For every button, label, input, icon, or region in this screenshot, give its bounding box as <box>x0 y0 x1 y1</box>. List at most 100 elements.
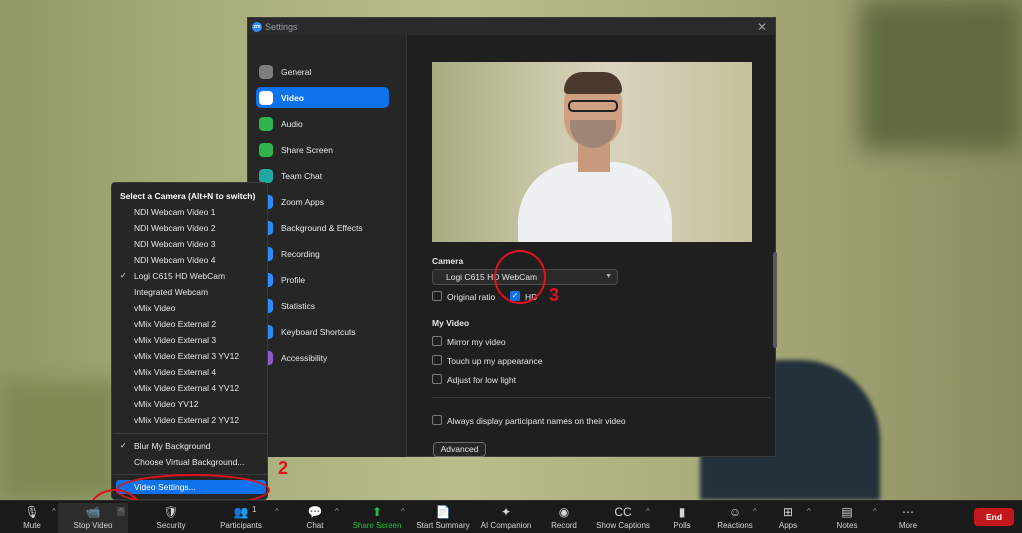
chevron-down-icon: ▼ <box>605 273 612 280</box>
toolbar-start-summary-button[interactable]: 📄 Start Summary <box>408 503 478 533</box>
more-icon: ⋯ <box>902 505 914 519</box>
sidebar-item-profile[interactable]: Profile <box>256 269 389 290</box>
share-screen-icon <box>259 142 273 157</box>
advanced-button[interactable]: Advanced <box>433 442 486 457</box>
toolbar-mute-button[interactable]: 🎙 Mute <box>0 503 67 533</box>
close-icon[interactable]: ✕ <box>757 20 767 34</box>
sidebar-item-team-chat[interactable]: Team Chat <box>256 165 389 186</box>
menu-item-camera[interactable]: vMix Video External 3 <box>120 335 216 345</box>
menu-item-label: vMix Video External 2 YV12 <box>134 415 240 425</box>
participants-icon: 👥 <box>233 505 249 519</box>
camera-preview <box>432 62 752 242</box>
toolbar-security-button[interactable]: 🛡 Security <box>136 503 206 533</box>
sidebar-item-recording[interactable]: Recording <box>256 243 389 264</box>
original-ratio-checkbox[interactable] <box>432 291 442 301</box>
sidebar-item-video[interactable]: Video <box>256 87 389 108</box>
toolbar-label: Participants <box>220 521 262 530</box>
menu-item-label: Logi C615 HD WebCam <box>134 271 226 281</box>
menu-item-camera[interactable]: vMix Video YV12 <box>120 399 198 409</box>
always-display-names-label: Always display participant names on thei… <box>447 416 626 426</box>
meeting-toolbar: 🎙 Mute ^ 📹 Stop Video ^ 🛡 Security 👥 Participants… <box>0 500 1022 533</box>
menu-item-camera[interactable]: vMix Video <box>120 303 175 313</box>
sidebar-item-label: Share Screen <box>281 144 333 155</box>
sidebar-item-background-effects[interactable]: Background & Effects <box>256 217 389 238</box>
menu-item-label: vMix Video YV12 <box>134 399 199 409</box>
menu-item-camera[interactable]: vMix Video External 4 YV12 <box>120 383 239 393</box>
menu-item-label: vMix Video External 3 <box>134 335 217 345</box>
sidebar-item-general[interactable]: General <box>256 61 389 82</box>
menu-item-label: NDI Webcam Video 1 <box>134 207 216 217</box>
toolbar-label: More <box>898 521 918 530</box>
checkmark-icon: ✓ <box>120 441 127 450</box>
summary-icon: 📄 <box>435 505 451 519</box>
gear-icon <box>259 64 273 79</box>
annotation-ring-hd <box>494 250 546 304</box>
menu-item-camera[interactable]: NDI Webcam Video 3 <box>120 239 215 249</box>
menu-item-camera[interactable]: NDI Webcam Video 2 <box>120 223 215 233</box>
chevron-up-icon[interactable]: ^ <box>117 507 125 516</box>
menu-item-camera[interactable]: NDI Webcam Video 1 <box>120 207 215 217</box>
toolbar-notes-button[interactable]: ▤ Notes <box>812 503 882 533</box>
menu-item-choose-virtual-background[interactable]: Choose Virtual Background... <box>120 457 244 467</box>
sidebar-item-label: Zoom Apps <box>281 196 324 207</box>
sidebar-item-share-screen[interactable]: Share Screen <box>256 139 389 160</box>
sidebar-item-label: General <box>281 66 312 77</box>
end-meeting-button[interactable]: End <box>974 508 1014 526</box>
checkmark-icon: ✓ <box>120 271 127 280</box>
annotation-number-3: 3 <box>549 285 560 305</box>
sidebar-item-audio[interactable]: Audio <box>256 113 389 134</box>
menu-item-label: NDI Webcam Video 2 <box>134 223 216 233</box>
menu-item-camera[interactable]: vMix Video External 2 <box>120 319 216 329</box>
chat-icon <box>259 168 273 183</box>
chevron-up-icon[interactable]: ^ <box>52 507 56 516</box>
menu-item-camera[interactable]: NDI Webcam Video 4 <box>120 255 215 265</box>
camera-select-menu: Select a Camera (Alt+N to switch) NDI We… <box>111 182 268 500</box>
menu-item-camera[interactable]: vMix Video External 2 YV12 <box>120 415 239 425</box>
toolbar-label: Start Summary <box>416 521 470 530</box>
menu-item-camera[interactable]: vMix Video External 4 <box>120 367 216 377</box>
mirror-label: Mirror my video <box>447 337 506 347</box>
chat-icon: 💬 <box>307 505 323 519</box>
settings-window: zm Settings ✕ General Video Audio Share Scr… <box>247 17 777 457</box>
scrollbar[interactable] <box>773 252 777 348</box>
menu-item-label: vMix Video External 2 <box>134 319 217 329</box>
camera-heading: Camera <box>432 256 464 266</box>
sidebar-item-label: Team Chat <box>281 170 323 181</box>
sidebar-item-statistics[interactable]: Statistics <box>256 295 389 316</box>
toolbar-label: Notes <box>836 521 858 530</box>
menu-item-camera[interactable]: ✓ Logi C615 HD WebCam <box>120 271 225 281</box>
sidebar-item-label: Recording <box>281 248 320 259</box>
sidebar-item-accessibility[interactable]: Accessibility <box>256 347 389 368</box>
toolbar-label: Security <box>156 521 186 530</box>
touch-up-checkbox[interactable] <box>432 355 442 365</box>
always-display-names-checkbox[interactable] <box>432 415 442 425</box>
video-settings-panel: Camera Logi C615 HD WebCam ▼ Original ra… <box>408 35 777 457</box>
chevron-up-icon[interactable]: ^ <box>335 507 339 516</box>
original-ratio-label: Original ratio <box>447 292 496 302</box>
chevron-up-icon[interactable]: ^ <box>401 507 405 516</box>
mirror-checkbox[interactable] <box>432 336 442 346</box>
sidebar-item-keyboard-shortcuts[interactable]: Keyboard Shortcuts <box>256 321 389 342</box>
zoom-logo-icon: zm <box>252 21 262 32</box>
toolbar-chat-button[interactable]: 💬 Chat <box>280 503 350 533</box>
menu-item-label: vMix Video External 3 YV12 <box>134 351 240 361</box>
chevron-up-icon[interactable]: ^ <box>807 507 811 516</box>
video-camera-icon <box>259 90 273 105</box>
low-light-label: Adjust for low light <box>447 375 516 385</box>
menu-item-camera[interactable]: vMix Video External 3 YV12 <box>120 351 239 361</box>
sidebar-item-label: Accessibility <box>281 352 328 363</box>
low-light-checkbox[interactable] <box>432 374 442 384</box>
menu-item-camera[interactable]: Integrated Webcam <box>120 287 208 297</box>
menu-item-blur-background[interactable]: ✓ Blur My Background <box>120 441 211 451</box>
sidebar-item-label: Keyboard Shortcuts <box>281 326 356 337</box>
menu-item-label: vMix Video <box>134 303 176 313</box>
menu-item-label: Choose Virtual Background... <box>134 457 245 467</box>
toolbar-participants-button[interactable]: 👥 Participants 1 <box>206 503 276 533</box>
toolbar-label: Stop Video <box>73 521 113 530</box>
sidebar-item-zoom-apps[interactable]: Zoom Apps <box>256 191 389 212</box>
settings-sidebar: General Video Audio Share Screen Team Chat Zo… <box>248 35 407 457</box>
menu-divider <box>113 433 268 434</box>
chevron-up-icon[interactable]: ^ <box>275 507 279 516</box>
toolbar-more-button[interactable]: ⋯ More <box>873 503 943 533</box>
settings-title: Settings <box>265 21 298 32</box>
